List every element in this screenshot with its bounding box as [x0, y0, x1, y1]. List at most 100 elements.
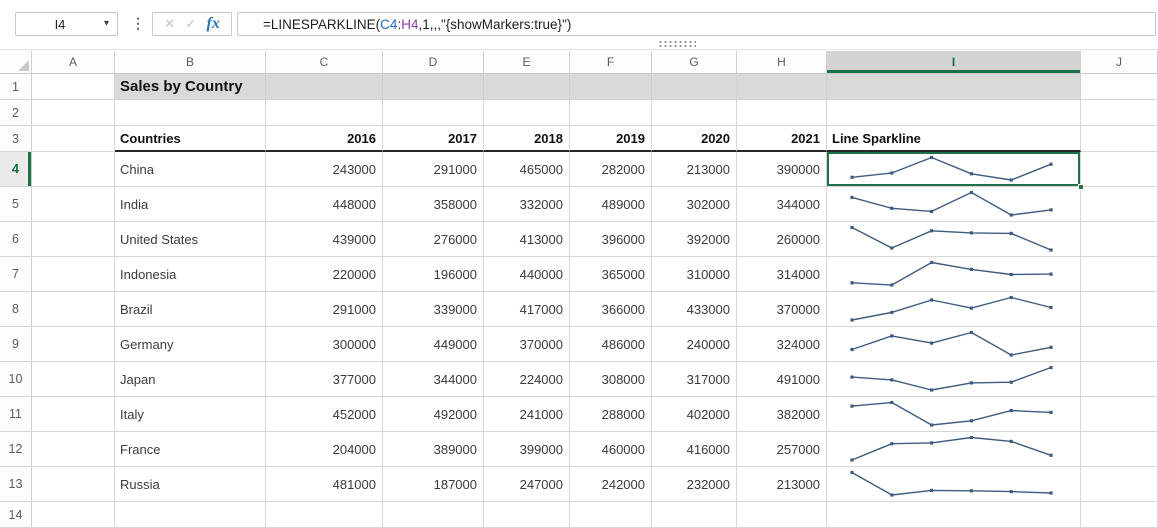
- cell-J3[interactable]: [1081, 126, 1158, 152]
- cell-J11[interactable]: [1081, 397, 1158, 432]
- column-header-F[interactable]: F: [570, 51, 652, 74]
- cell-B6[interactable]: United States: [115, 222, 266, 257]
- cell-F8[interactable]: 366000: [570, 292, 652, 327]
- cell-B2[interactable]: [115, 100, 266, 126]
- cell-F7[interactable]: 365000: [570, 257, 652, 292]
- cell-E8[interactable]: 417000: [484, 292, 570, 327]
- cell-H8[interactable]: 370000: [737, 292, 827, 327]
- name-box-dropdown-icon[interactable]: ▾: [104, 19, 117, 29]
- cell-D13[interactable]: 187000: [383, 467, 484, 502]
- cell-I3[interactable]: Line Sparkline: [827, 126, 1081, 152]
- cell-C13[interactable]: 481000: [266, 467, 383, 502]
- cell-D7[interactable]: 196000: [383, 257, 484, 292]
- cell-E2[interactable]: [484, 100, 570, 126]
- cell-D8[interactable]: 339000: [383, 292, 484, 327]
- cell-J2[interactable]: [1081, 100, 1158, 126]
- cell-A3[interactable]: [32, 126, 115, 152]
- name-box[interactable]: I4 ▾: [15, 12, 118, 36]
- row-header-5[interactable]: 5: [0, 187, 32, 222]
- cell-I10[interactable]: [827, 362, 1081, 397]
- column-header-I[interactable]: I: [827, 51, 1081, 74]
- cell-I4[interactable]: [827, 152, 1081, 187]
- cell-G10[interactable]: 317000: [652, 362, 737, 397]
- row-header-7[interactable]: 7: [0, 257, 32, 292]
- enter-icon[interactable]: ✓: [185, 16, 196, 32]
- cell-E3[interactable]: 2018: [484, 126, 570, 152]
- cell-H14[interactable]: [737, 502, 827, 528]
- cell-F5[interactable]: 489000: [570, 187, 652, 222]
- cell-I7[interactable]: [827, 257, 1081, 292]
- row-header-11[interactable]: 11: [0, 397, 32, 432]
- cell-E14[interactable]: [484, 502, 570, 528]
- cell-C11[interactable]: 452000: [266, 397, 383, 432]
- cell-D9[interactable]: 449000: [383, 327, 484, 362]
- cell-B11[interactable]: Italy: [115, 397, 266, 432]
- row-header-6[interactable]: 6: [0, 222, 32, 257]
- cell-J4[interactable]: [1081, 152, 1158, 187]
- cell-G6[interactable]: 392000: [652, 222, 737, 257]
- cell-F6[interactable]: 396000: [570, 222, 652, 257]
- cell-G4[interactable]: 213000: [652, 152, 737, 187]
- cell-E5[interactable]: 332000: [484, 187, 570, 222]
- cell-D2[interactable]: [383, 100, 484, 126]
- cell-I6[interactable]: [827, 222, 1081, 257]
- cell-E1[interactable]: [484, 74, 570, 100]
- cell-I5[interactable]: [827, 187, 1081, 222]
- cell-H3[interactable]: 2021: [737, 126, 827, 152]
- cell-C5[interactable]: 448000: [266, 187, 383, 222]
- cell-C4[interactable]: 243000: [266, 152, 383, 187]
- cell-C1[interactable]: [266, 74, 383, 100]
- cell-A4[interactable]: [32, 152, 115, 187]
- cell-J10[interactable]: [1081, 362, 1158, 397]
- cell-A5[interactable]: [32, 187, 115, 222]
- cell-G2[interactable]: [652, 100, 737, 126]
- cell-G12[interactable]: 416000: [652, 432, 737, 467]
- cell-C3[interactable]: 2016: [266, 126, 383, 152]
- cell-J9[interactable]: [1081, 327, 1158, 362]
- cell-J1[interactable]: [1081, 74, 1158, 100]
- cell-I11[interactable]: [827, 397, 1081, 432]
- cell-J6[interactable]: [1081, 222, 1158, 257]
- cell-H6[interactable]: 260000: [737, 222, 827, 257]
- cell-G9[interactable]: 240000: [652, 327, 737, 362]
- column-header-G[interactable]: G: [652, 51, 737, 74]
- row-header-12[interactable]: 12: [0, 432, 32, 467]
- cell-B4[interactable]: China: [115, 152, 266, 187]
- cell-B14[interactable]: [115, 502, 266, 528]
- cell-G5[interactable]: 302000: [652, 187, 737, 222]
- row-header-1[interactable]: 1: [0, 74, 32, 100]
- row-header-9[interactable]: 9: [0, 327, 32, 362]
- row-header-2[interactable]: 2: [0, 100, 32, 126]
- cell-C6[interactable]: 439000: [266, 222, 383, 257]
- cell-E12[interactable]: 399000: [484, 432, 570, 467]
- cell-D14[interactable]: [383, 502, 484, 528]
- cell-H11[interactable]: 382000: [737, 397, 827, 432]
- cell-B9[interactable]: Germany: [115, 327, 266, 362]
- cell-A12[interactable]: [32, 432, 115, 467]
- row-header-8[interactable]: 8: [0, 292, 32, 327]
- cell-A9[interactable]: [32, 327, 115, 362]
- cell-F14[interactable]: [570, 502, 652, 528]
- cell-E4[interactable]: 465000: [484, 152, 570, 187]
- cancel-icon[interactable]: ✕: [164, 16, 175, 32]
- cell-G14[interactable]: [652, 502, 737, 528]
- cell-H2[interactable]: [737, 100, 827, 126]
- cell-A6[interactable]: [32, 222, 115, 257]
- cell-F4[interactable]: 282000: [570, 152, 652, 187]
- cell-B8[interactable]: Brazil: [115, 292, 266, 327]
- cell-F11[interactable]: 288000: [570, 397, 652, 432]
- cell-A2[interactable]: [32, 100, 115, 126]
- cell-B13[interactable]: Russia: [115, 467, 266, 502]
- cell-F12[interactable]: 460000: [570, 432, 652, 467]
- column-header-B[interactable]: B: [115, 51, 266, 74]
- cell-H9[interactable]: 324000: [737, 327, 827, 362]
- column-header-D[interactable]: D: [383, 51, 484, 74]
- cell-A13[interactable]: [32, 467, 115, 502]
- cell-B3[interactable]: Countries: [115, 126, 266, 152]
- cell-A10[interactable]: [32, 362, 115, 397]
- more-options-icon[interactable]: ⋮: [131, 16, 145, 30]
- cell-A8[interactable]: [32, 292, 115, 327]
- cell-I1[interactable]: [827, 74, 1081, 100]
- cell-H10[interactable]: 491000: [737, 362, 827, 397]
- cell-H4[interactable]: 390000: [737, 152, 827, 187]
